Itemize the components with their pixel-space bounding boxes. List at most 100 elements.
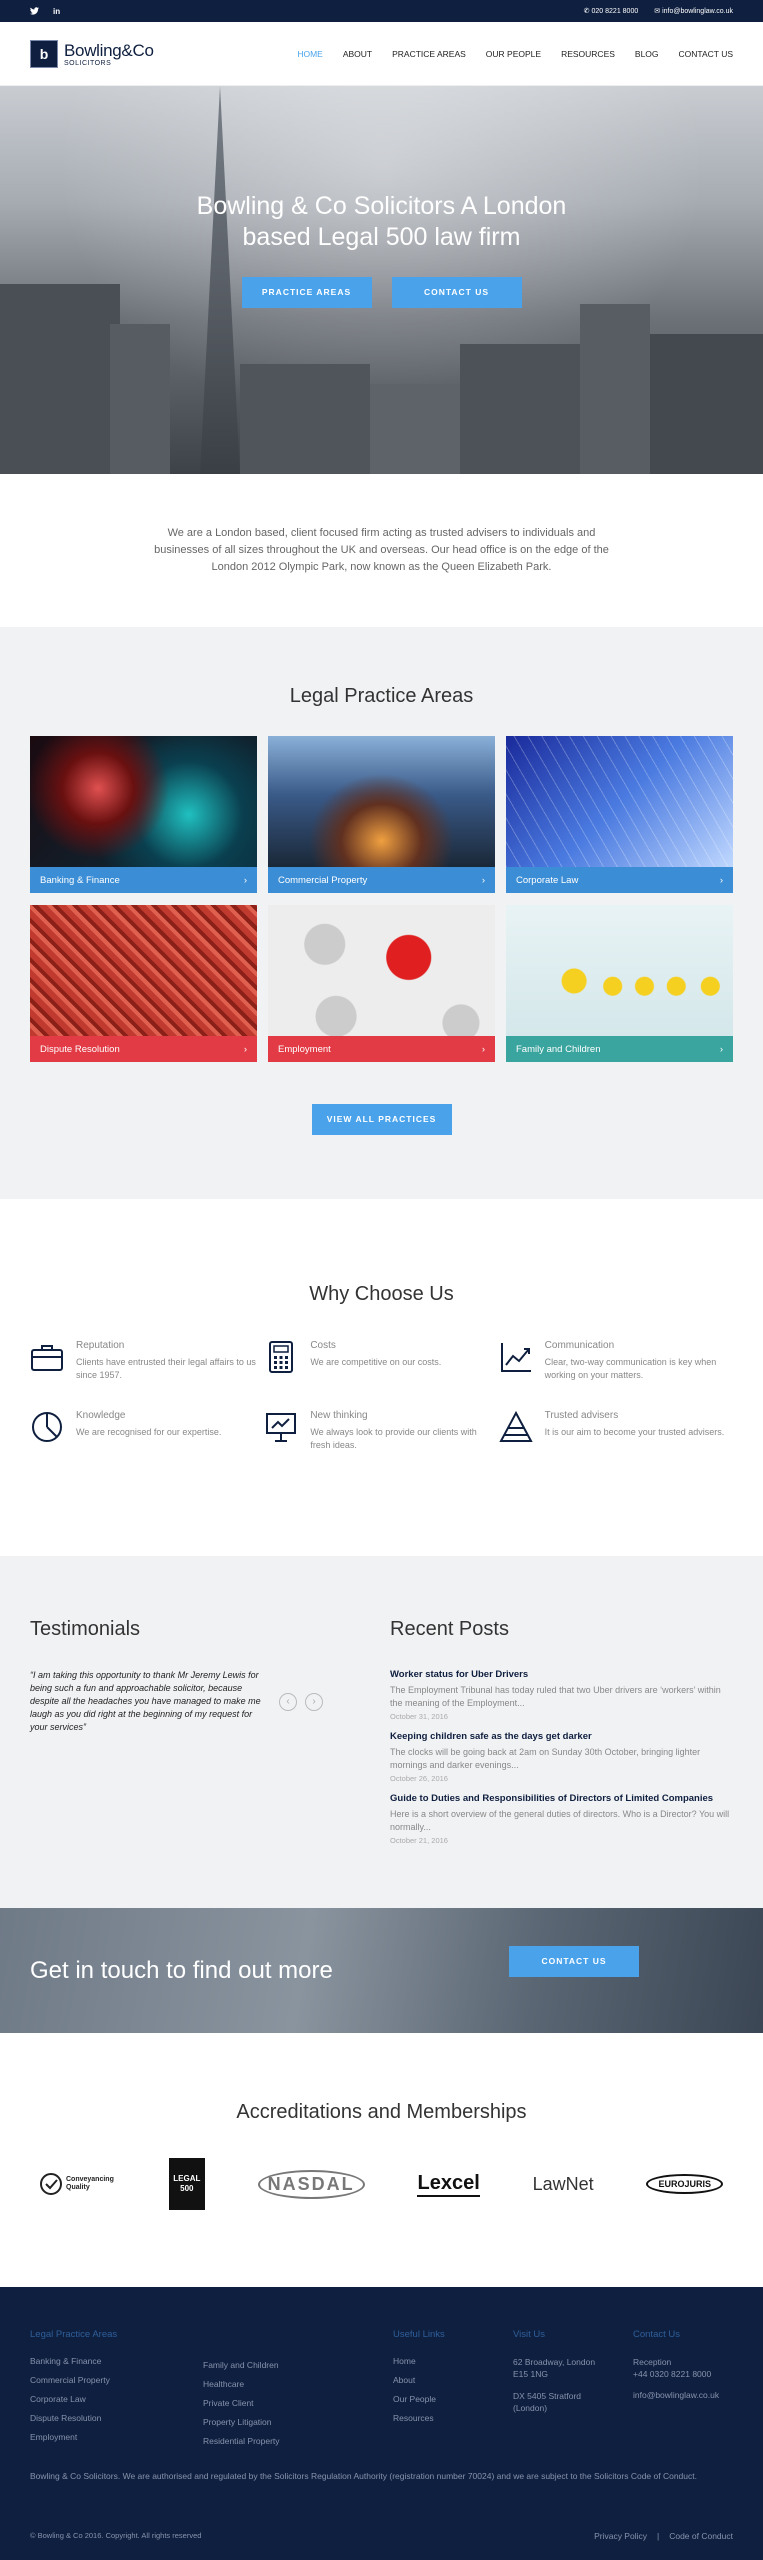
footer-dx: DX 5405 Stratford (London) bbox=[513, 2391, 582, 2413]
prev-testimonial-button[interactable]: ‹ bbox=[279, 1692, 297, 1711]
nav-contact-us[interactable]: CONTACT US bbox=[679, 49, 733, 59]
intro-text: We are a London based, client focused fi… bbox=[154, 527, 609, 573]
why-item-trusted-advisers: Trusted advisers It is our aim to become … bbox=[498, 1410, 733, 1452]
nav-resources[interactable]: RESOURCES bbox=[561, 49, 615, 59]
code-of-conduct-link[interactable]: Code of Conduct bbox=[669, 2531, 733, 2541]
footer-link[interactable]: Employment bbox=[30, 2432, 203, 2442]
practice-card-label: Family and Children bbox=[516, 1043, 601, 1055]
footer-phone[interactable]: +44 0320 8221 8000 bbox=[633, 2368, 733, 2380]
commercial-property-image bbox=[268, 736, 495, 867]
why-item-title: Trusted advisers bbox=[544, 1410, 619, 1421]
presentation-icon bbox=[266, 1413, 297, 1442]
phone-contact[interactable]: ✆ 020 8221 8000 bbox=[584, 7, 639, 15]
why-item-new-thinking: New thinking We always look to provide ou… bbox=[264, 1410, 498, 1452]
calculator-icon bbox=[269, 1341, 294, 1373]
footer-link[interactable]: About bbox=[393, 2375, 513, 2385]
post-item: Worker status for Uber Drivers The Emplo… bbox=[390, 1669, 733, 1721]
privacy-policy-link[interactable]: Privacy Policy bbox=[594, 2531, 647, 2541]
post-date: October 31, 2016 bbox=[390, 1712, 448, 1721]
practice-areas-button[interactable]: PRACTICE AREAS bbox=[241, 277, 372, 308]
chevron-right-icon: › bbox=[719, 874, 723, 886]
footer-link[interactable]: Resources bbox=[393, 2413, 513, 2423]
employment-image bbox=[268, 905, 495, 1036]
next-testimonial-button[interactable]: › bbox=[305, 1692, 323, 1711]
cta-title: Get in touch to find out more bbox=[30, 1956, 333, 1984]
email-address: info@bowlinglaw.co.uk bbox=[662, 8, 733, 15]
post-excerpt: Here is a short overview of the general … bbox=[390, 1809, 730, 1832]
briefcase-icon bbox=[31, 1345, 63, 1371]
why-item-text: Clients have entrusted their legal affai… bbox=[76, 1357, 256, 1380]
site-footer: Legal Practice Areas Banking & Finance C… bbox=[0, 2287, 763, 2560]
cta-contact-button[interactable]: CONTACT US bbox=[509, 1946, 639, 1977]
practice-card-label: Corporate Law bbox=[516, 874, 579, 886]
family-children-image bbox=[506, 905, 733, 1036]
why-item-title: New thinking bbox=[310, 1410, 368, 1421]
practice-card-commercial-property[interactable]: Commercial Property › bbox=[268, 736, 495, 893]
nav-about[interactable]: ABOUT bbox=[343, 49, 372, 59]
footer-link[interactable]: Dispute Resolution bbox=[30, 2413, 203, 2423]
linkedin-icon[interactable]: in bbox=[53, 7, 60, 16]
nav-practice-areas[interactable]: PRACTICE AREAS bbox=[392, 49, 466, 59]
banking-image bbox=[30, 736, 257, 867]
post-item: Guide to Duties and Responsibilities of … bbox=[390, 1793, 733, 1845]
practice-card-dispute-resolution[interactable]: Dispute Resolution › bbox=[30, 905, 257, 1062]
footer-contact-title: Contact Us bbox=[633, 2329, 680, 2340]
footer-link[interactable]: Home bbox=[393, 2356, 513, 2366]
recent-posts-title: Recent Posts bbox=[390, 1618, 509, 1640]
nav-our-people[interactable]: OUR PEOPLE bbox=[486, 49, 541, 59]
testimonials-posts-section: Testimonials “I am taking this opportuni… bbox=[0, 1556, 763, 1908]
footer-link[interactable]: Residential Property bbox=[203, 2436, 393, 2446]
footer-reception-label: Reception bbox=[633, 2357, 672, 2367]
footer-practice-title: Legal Practice Areas bbox=[30, 2329, 118, 2340]
email-contact[interactable]: ✉ info@bowlinglaw.co.uk bbox=[654, 7, 733, 15]
chevron-right-icon: › bbox=[243, 874, 247, 886]
footer-link[interactable]: Family and Children bbox=[203, 2360, 393, 2370]
chevron-right-icon: › bbox=[719, 1043, 723, 1055]
contact-us-button[interactable]: CONTACT US bbox=[391, 277, 522, 308]
post-excerpt: The clocks will be going back at 2am on … bbox=[390, 1747, 701, 1770]
lawnet-logo: LawNet bbox=[532, 2173, 594, 2194]
lexcel-logo: Lexcel bbox=[417, 2172, 480, 2197]
chevron-right-icon: › bbox=[481, 874, 485, 886]
why-item-title: Costs bbox=[310, 1340, 336, 1351]
footer-email[interactable]: info@bowlinglaw.co.uk bbox=[633, 2390, 733, 2400]
accreditations-section: Accreditations and Memberships Conveyanc… bbox=[0, 2033, 763, 2287]
footer-link[interactable]: Healthcare bbox=[203, 2379, 393, 2389]
footer-link[interactable]: Our People bbox=[393, 2394, 513, 2404]
footer-link[interactable]: Corporate Law bbox=[30, 2394, 203, 2404]
why-choose-us-title: Why Choose Us bbox=[309, 1283, 454, 1305]
twitter-icon[interactable] bbox=[30, 7, 39, 15]
post-excerpt: The Employment Tribunal has today ruled … bbox=[390, 1685, 721, 1708]
footer-useful-title: Useful Links bbox=[393, 2329, 445, 2340]
footer-link[interactable]: Commercial Property bbox=[30, 2375, 203, 2385]
nav-home[interactable]: HOME bbox=[297, 49, 323, 59]
view-all-practices-button[interactable]: VIEW ALL PRACTICES bbox=[311, 1104, 452, 1135]
why-item-title: Knowledge bbox=[76, 1410, 126, 1421]
footer-link[interactable]: Banking & Finance bbox=[30, 2356, 203, 2366]
why-item-text: It is our aim to become your trusted adv… bbox=[544, 1427, 725, 1437]
practice-card-banking[interactable]: Banking & Finance › bbox=[30, 736, 257, 893]
legal-500-logo: LEGAL 500 bbox=[168, 2158, 205, 2210]
logo[interactable]: b Bowling&Co SOLICITORS bbox=[30, 40, 154, 68]
practice-card-corporate-law[interactable]: Corporate Law › bbox=[506, 736, 733, 893]
copyright: © Bowling & Co 2016. Copyright. All righ… bbox=[30, 2531, 202, 2540]
practice-card-family[interactable]: Family and Children › bbox=[506, 905, 733, 1062]
why-item-title: Reputation bbox=[76, 1340, 125, 1351]
footer-link[interactable]: Private Client bbox=[203, 2398, 393, 2408]
chevron-right-icon: › bbox=[481, 1043, 485, 1055]
practice-card-label: Commercial Property bbox=[278, 874, 368, 886]
post-title[interactable]: Worker status for Uber Drivers bbox=[390, 1669, 733, 1680]
practice-card-employment[interactable]: Employment › bbox=[268, 905, 495, 1062]
accreditations-title: Accreditations and Memberships bbox=[236, 2101, 527, 2123]
line-chart-icon bbox=[500, 1343, 531, 1372]
logo-subtitle: SOLICITORS bbox=[64, 59, 112, 67]
nav-blog[interactable]: BLOG bbox=[635, 49, 659, 59]
footer-link[interactable]: Property Litigation bbox=[203, 2417, 393, 2427]
corporate-law-image bbox=[506, 736, 733, 867]
practice-card-label: Dispute Resolution bbox=[40, 1043, 120, 1055]
post-title[interactable]: Keeping children safe as the days get da… bbox=[390, 1731, 733, 1742]
why-item-costs: Costs We are competitive on our costs. bbox=[264, 1340, 498, 1382]
post-title[interactable]: Guide to Duties and Responsibilities of … bbox=[390, 1793, 733, 1804]
why-item-reputation: Reputation Clients have entrusted their l… bbox=[30, 1340, 264, 1382]
footer-address: 62 Broadway, London E15 1NG bbox=[513, 2357, 596, 2379]
